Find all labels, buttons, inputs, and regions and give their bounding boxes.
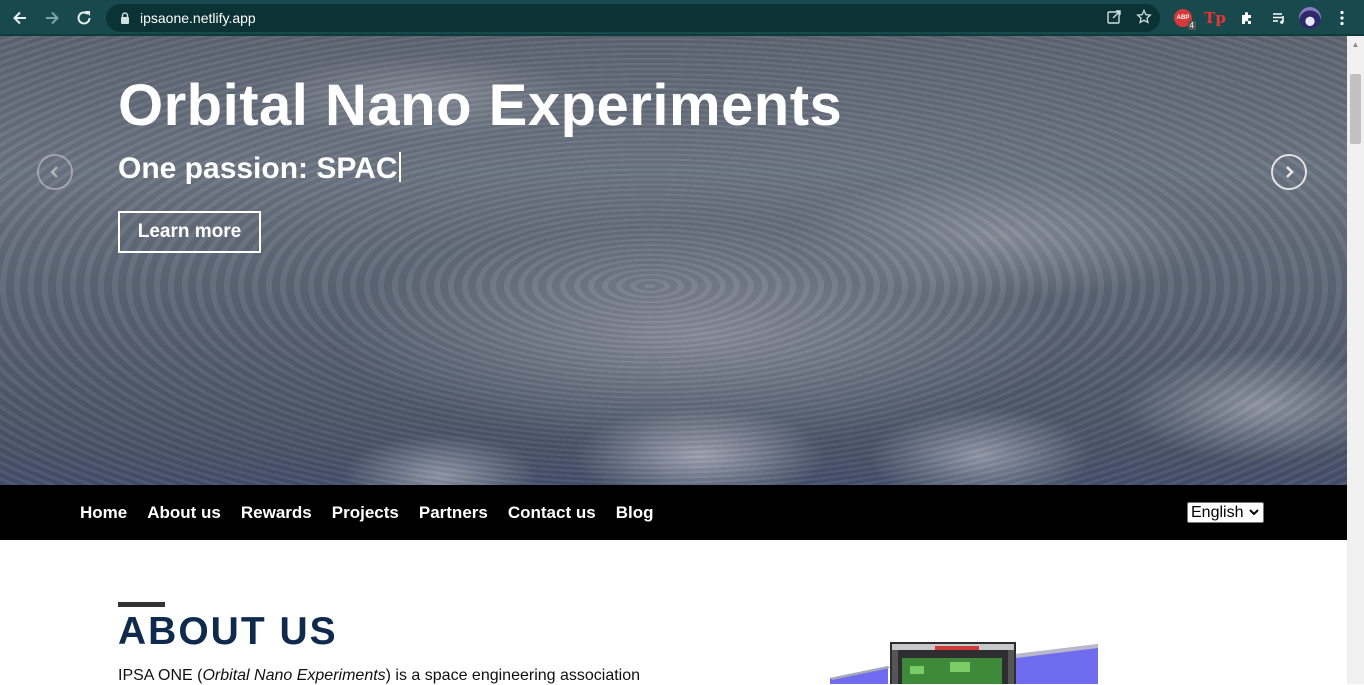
chevron-right-icon [1286,166,1294,178]
nav-item-home[interactable]: Home [80,503,127,523]
section-accent-bar [118,602,165,607]
page-scrollbar[interactable]: ▲ [1347,36,1364,684]
back-button[interactable] [4,2,36,34]
nav-item-blog[interactable]: Blog [616,503,654,523]
carousel-prev-button[interactable] [37,154,73,190]
nav-item-partners[interactable]: Partners [419,503,488,523]
forward-button[interactable] [36,2,68,34]
forward-arrow-icon [46,11,59,25]
chevron-down-icon [1249,509,1259,516]
profile-button[interactable] [1298,5,1322,31]
kebab-menu-icon [1340,10,1344,26]
nav-links: Home About us Rewards Projects Partners … [80,485,653,540]
playlist-icon [1273,13,1284,24]
reload-icon [77,11,91,25]
carousel-next-button[interactable] [1271,154,1307,190]
share-icon[interactable] [1106,9,1122,25]
adblock-count-badge: 4 [1187,21,1196,30]
adblock-extension[interactable]: ABP 4 [1172,5,1196,31]
reload-button[interactable] [68,2,100,34]
scroll-up-icon[interactable]: ▲ [1347,36,1364,53]
puzzle-icon [1242,12,1251,24]
url-text: ipsaone.netlify.app [140,10,256,26]
address-bar[interactable]: ipsaone.netlify.app [106,4,1160,32]
learn-more-button[interactable]: Learn more [118,211,261,253]
browser-menu-button[interactable] [1332,5,1352,31]
about-text-prefix: IPSA ONE ( [118,667,203,684]
typing-caret [398,152,401,182]
star-icon[interactable] [1136,9,1152,25]
nav-item-about-us[interactable]: About us [147,503,221,523]
chevron-left-icon [50,166,58,178]
language-selected-value: English [1191,503,1244,521]
lock-icon [121,12,129,24]
nav-item-rewards[interactable]: Rewards [241,503,312,523]
nav-item-contact-us[interactable]: Contact us [508,503,596,523]
hero-subtitle: One passion: SPAC [118,152,401,186]
back-arrow-icon [13,11,26,25]
media-control-button[interactable] [1268,5,1290,31]
extensions-button[interactable] [1236,5,1258,31]
hero-title: Orbital Nano Experiments [118,73,843,138]
hero-carousel: Orbital Nano Experiments One passion: SP… [0,36,1347,485]
cubesat-image [830,640,1100,684]
about-text-suffix: ) is a space engineering association [385,667,641,684]
scrollbar-thumb[interactable] [1350,74,1361,144]
nav-item-projects[interactable]: Projects [332,503,399,523]
language-select[interactable]: English [1187,502,1264,523]
main-navbar: Home About us Rewards Projects Partners … [0,485,1347,540]
about-paragraph: IPSA ONE (Orbital Nano Experiments) is a… [118,667,640,685]
avatar [1299,7,1321,29]
tp-extension-icon[interactable]: Tp [1204,5,1226,31]
hero-subtitle-text: One passion: SPAC [118,152,398,185]
about-text-italic: Orbital Nano Experiments [202,667,386,684]
about-heading: ABOUT US [118,610,338,653]
browser-toolbar: ipsaone.netlify.app ABP 4 Tp [0,0,1364,36]
